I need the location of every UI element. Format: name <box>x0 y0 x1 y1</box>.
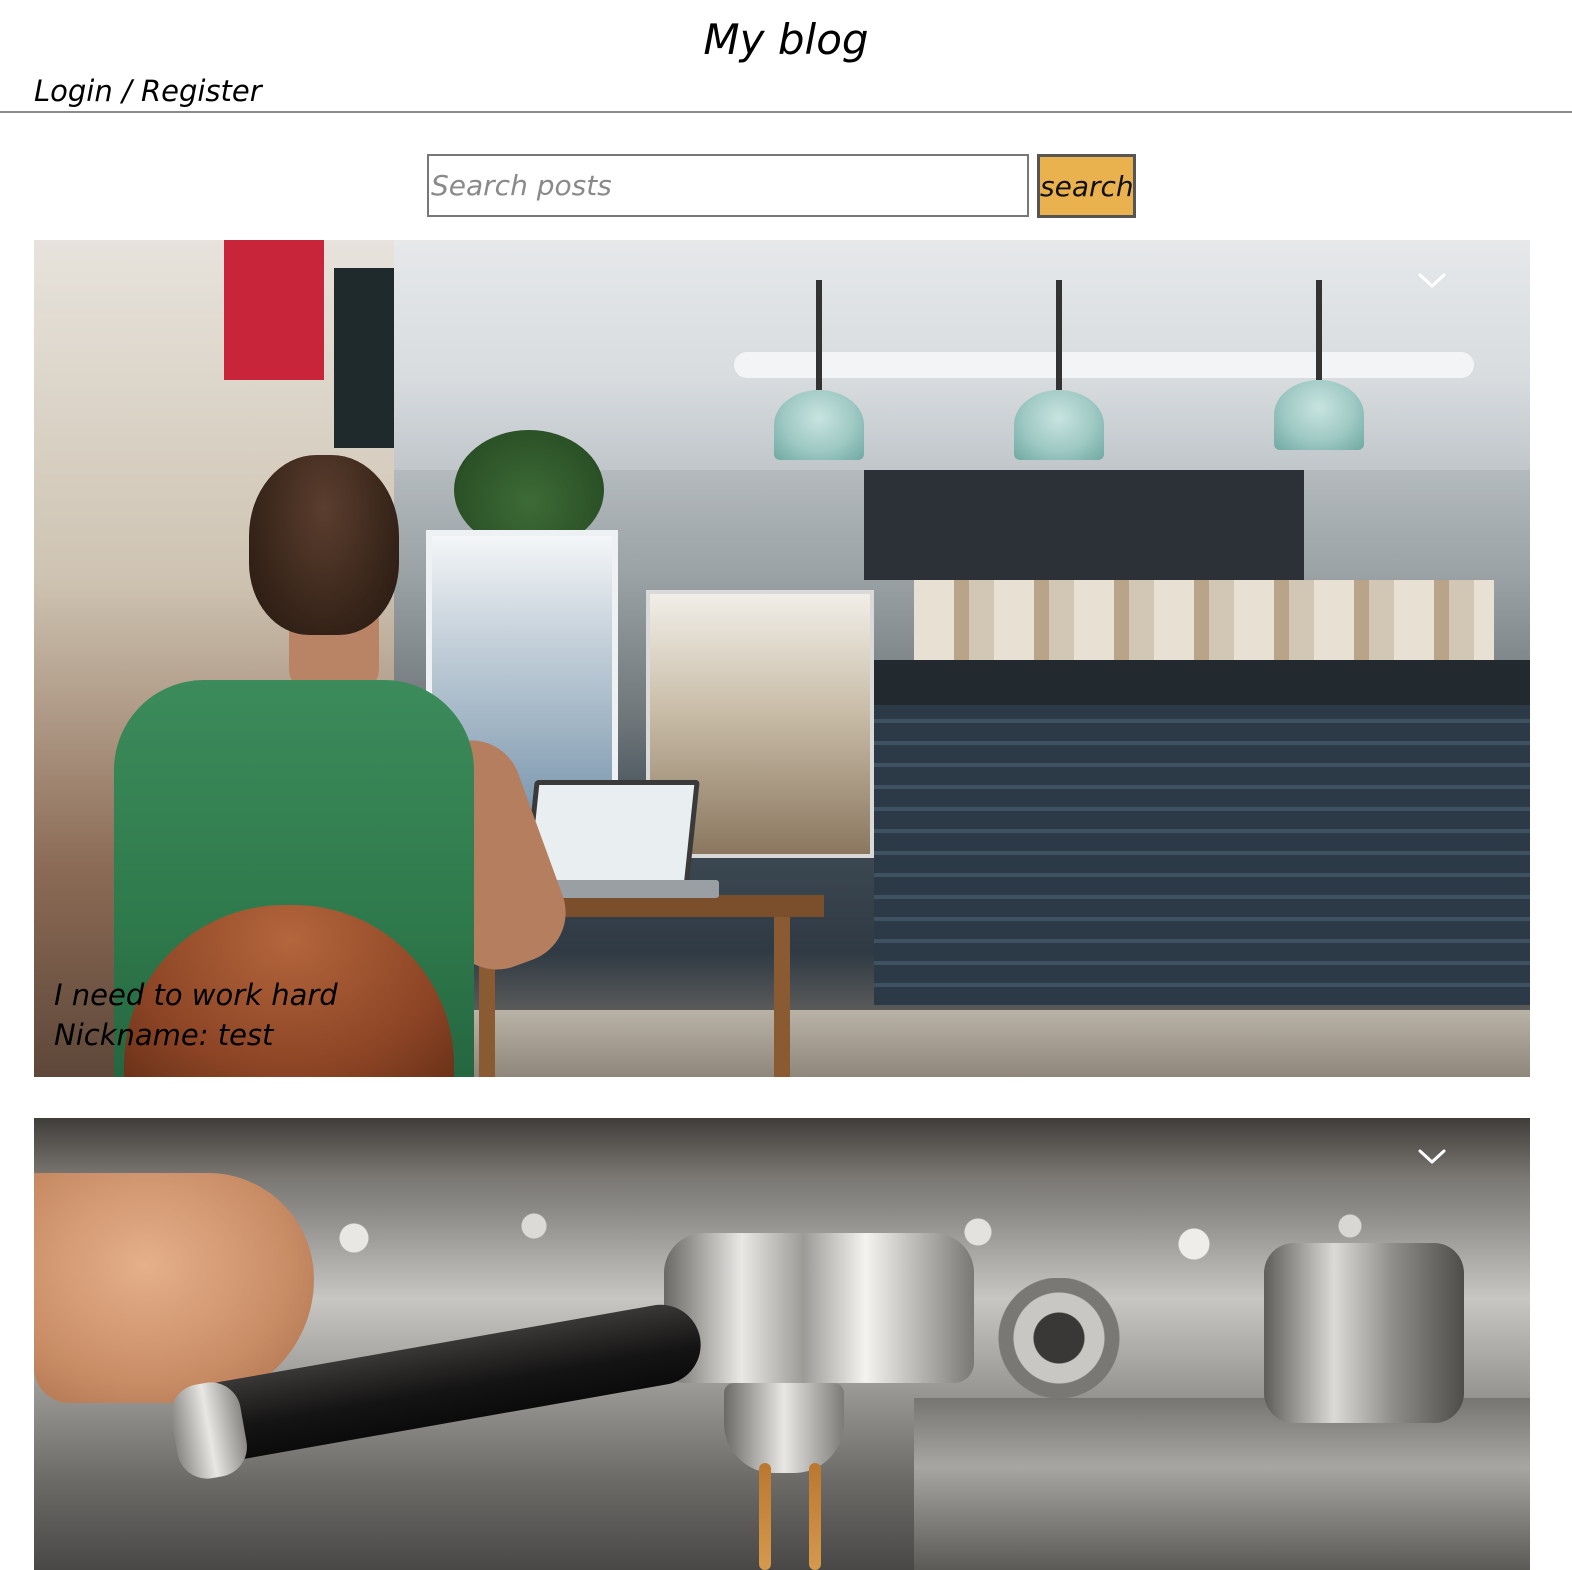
image-lamp <box>774 390 864 460</box>
search-button[interactable]: search <box>1037 154 1136 218</box>
image-lamp-cord <box>1316 280 1322 380</box>
image-espresso-stream <box>809 1463 821 1570</box>
image-table-leg <box>774 917 790 1077</box>
search-bar: search <box>427 154 1139 218</box>
image-machine-top <box>34 1118 1530 1178</box>
post-image <box>34 240 1530 1077</box>
image-menu-board <box>864 470 1304 580</box>
image-shelf <box>914 580 1494 660</box>
image-floor <box>394 1010 1530 1077</box>
image-espresso-stream <box>759 1463 771 1570</box>
login-register-link[interactable]: Login / Register <box>34 72 262 110</box>
image-chalkboard <box>334 268 394 448</box>
image-pipe <box>734 352 1474 378</box>
post-card[interactable]: I need to work hard Nickname: test <box>34 240 1530 1077</box>
image-lamp <box>1014 390 1104 460</box>
image-lamp <box>1274 380 1364 450</box>
image-sign <box>224 240 324 380</box>
chevron-down-icon[interactable] <box>1416 270 1448 292</box>
chevron-down-icon[interactable] <box>1416 1146 1448 1168</box>
image-brick-wall <box>874 705 1530 1005</box>
site-title: My blog <box>703 15 869 64</box>
site-header: My blog Login / Register <box>0 0 1572 113</box>
image-spout <box>724 1383 844 1473</box>
image-person-head <box>249 455 399 635</box>
post-author: Nickname: test <box>54 1018 274 1052</box>
search-input[interactable] <box>427 154 1029 217</box>
post-card[interactable] <box>34 1118 1530 1570</box>
post-caption: I need to work hard Nickname: test <box>54 975 338 1055</box>
image-valve <box>994 1278 1124 1398</box>
image-lamp-cord <box>816 280 822 390</box>
image-counter <box>874 660 1530 705</box>
image-lamp-cord <box>1056 280 1062 390</box>
image-group-head <box>664 1233 974 1383</box>
post-title: I need to work hard <box>54 978 338 1012</box>
image-hand <box>34 1173 314 1403</box>
image-right-group-head <box>1264 1243 1464 1423</box>
post-image <box>34 1118 1530 1570</box>
image-machine-body <box>914 1398 1530 1570</box>
